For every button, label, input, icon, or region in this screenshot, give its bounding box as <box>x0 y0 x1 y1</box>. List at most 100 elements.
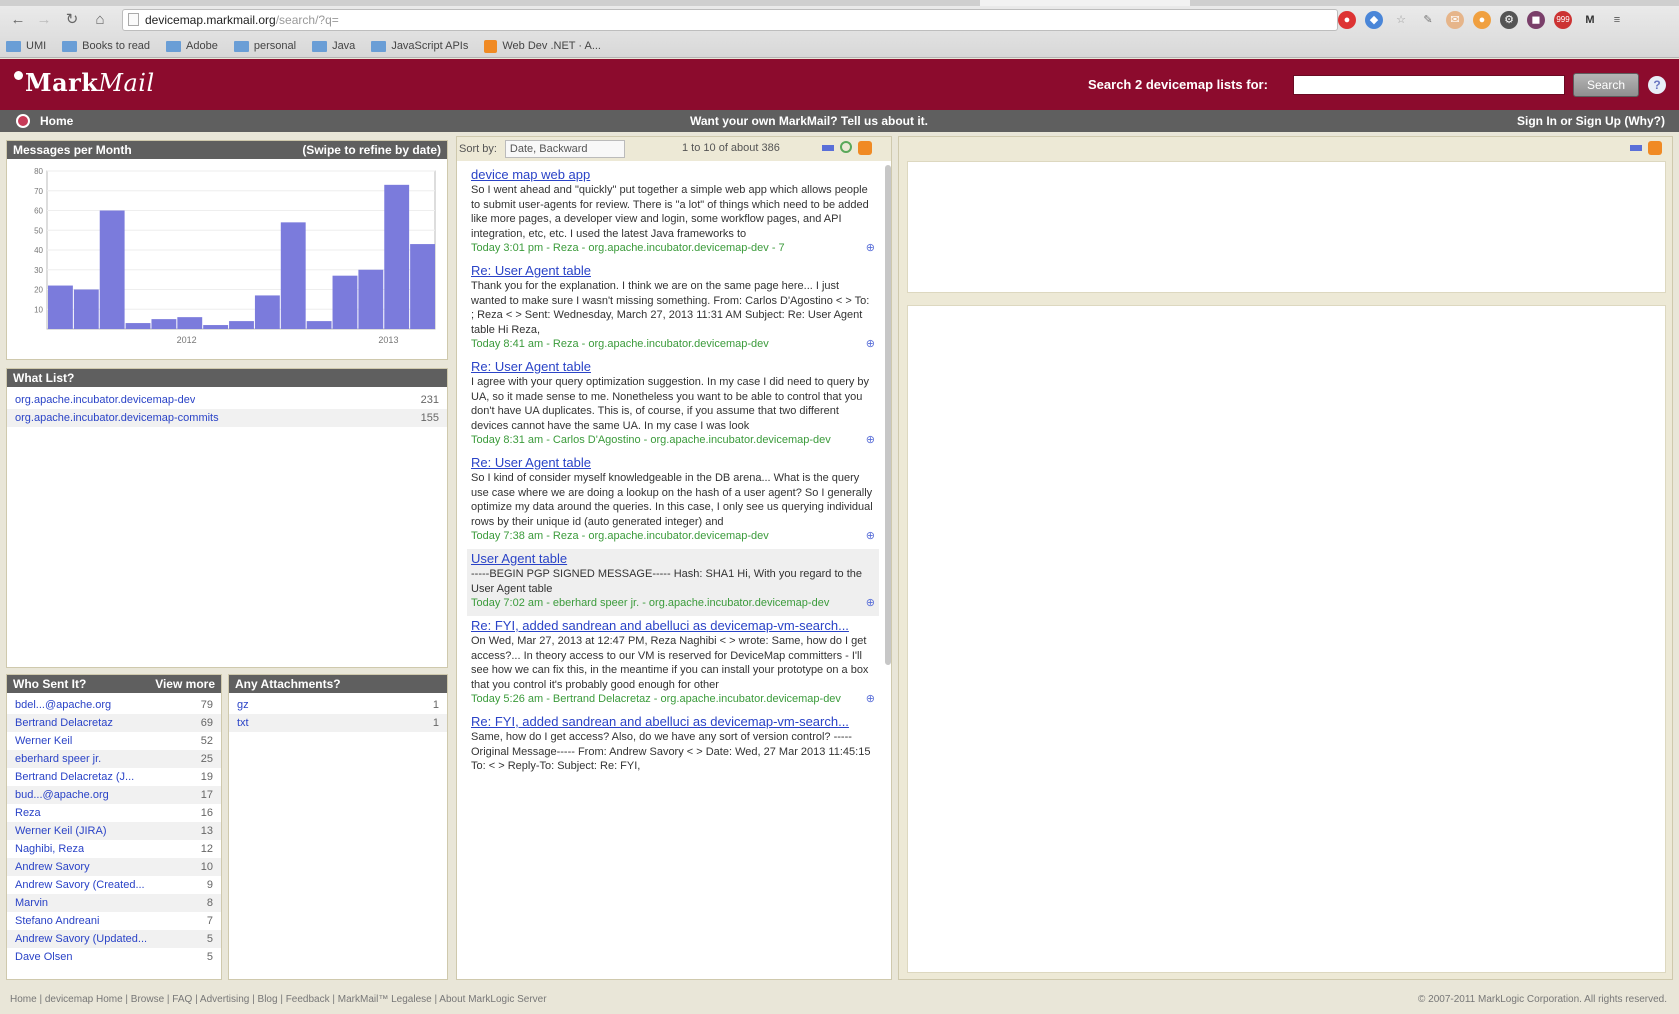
chart-bar[interactable] <box>151 319 177 329</box>
menu-icon[interactable]: ≡ <box>1608 11 1626 29</box>
sender-link[interactable]: eberhard speer jr. <box>15 750 101 768</box>
thread-icon[interactable]: ⊕ <box>866 529 875 543</box>
markmail-logo[interactable]: MarkMail <box>14 68 155 97</box>
bookmark-star-icon[interactable]: ☆ <box>1392 11 1410 29</box>
gear-icon[interactable]: ⚙ <box>1500 11 1518 29</box>
chart-bar[interactable] <box>48 285 73 329</box>
back-icon[interactable]: ← <box>8 10 28 30</box>
sender-link[interactable]: Andrew Savory <box>15 858 90 876</box>
chart-bar[interactable] <box>358 269 384 329</box>
sender-link[interactable]: Andrew Savory (Created... <box>15 876 145 894</box>
collapse-icon[interactable] <box>1630 145 1642 151</box>
result-title-link[interactable]: Re: FYI, added sandrean and abelluci as … <box>471 714 875 730</box>
list-item[interactable]: Stefano Andreani 7 <box>7 912 221 930</box>
footer-links[interactable]: Home | devicemap Home | Browse | FAQ | A… <box>10 990 547 1010</box>
list-item[interactable]: Andrew Savory (Created... 9 <box>7 876 221 894</box>
view-more-link[interactable]: View more <box>155 675 215 693</box>
list-item[interactable]: org.apache.incubator.devicemap-dev 231 <box>7 391 447 409</box>
sender-link[interactable]: Werner Keil (JIRA) <box>15 822 106 840</box>
result-title-link[interactable]: Re: User Agent table <box>471 263 875 279</box>
list-item[interactable]: txt 1 <box>229 714 447 732</box>
result-item[interactable]: device map web app So I went ahead and "q… <box>467 165 879 261</box>
bookmark-item[interactable]: Java <box>312 40 355 52</box>
chart-bar[interactable] <box>332 275 358 329</box>
badge-icon[interactable]: 999 <box>1554 11 1572 29</box>
extension-purple-icon[interactable]: ◼ <box>1527 11 1545 29</box>
sender-link[interactable]: Marvin <box>15 894 48 912</box>
thread-icon[interactable]: ⊕ <box>866 596 875 610</box>
sender-link[interactable]: Dave Olsen <box>15 948 72 966</box>
sender-link[interactable]: Bertrand Delacretaz <box>15 714 113 732</box>
home-link[interactable]: Home <box>40 114 73 128</box>
list-link[interactable]: txt <box>237 714 249 732</box>
chart-bar[interactable] <box>280 222 306 329</box>
list-item[interactable]: Bertrand Delacretaz (J... 19 <box>7 768 221 786</box>
home-icon[interactable] <box>16 114 30 128</box>
chart-bar[interactable] <box>229 321 254 329</box>
list-item[interactable]: gz 1 <box>229 696 447 714</box>
chart-bar[interactable] <box>384 184 410 329</box>
chart-bar[interactable] <box>203 325 229 329</box>
home-browser-icon[interactable]: ⌂ <box>90 10 110 30</box>
list-item[interactable]: org.apache.incubator.devicemap-commits 15… <box>7 409 447 427</box>
sort-select[interactable]: Date, Backward <box>504 140 625 158</box>
result-item[interactable]: Re: FYI, added sandrean and abelluci as … <box>467 616 879 712</box>
result-item[interactable]: Re: User Agent table So I kind of conside… <box>467 453 879 549</box>
bookmark-item[interactable]: UMI <box>6 40 46 52</box>
bookmark-item[interactable]: Web Dev .NET · A... <box>484 39 601 53</box>
list-item[interactable]: Werner Keil (JIRA) 13 <box>7 822 221 840</box>
list-link[interactable]: org.apache.incubator.devicemap-commits <box>15 409 219 427</box>
extension-blue-icon[interactable]: ◆ <box>1365 11 1383 29</box>
list-item[interactable]: Marvin 8 <box>7 894 221 912</box>
chart-bar[interactable] <box>254 295 280 329</box>
search-input[interactable] <box>1293 75 1565 95</box>
rss-icon[interactable] <box>858 141 872 155</box>
sender-link[interactable]: Werner Keil <box>15 732 72 750</box>
thread-icon[interactable]: ⊕ <box>866 433 875 447</box>
address-bar[interactable]: devicemap.markmail.org/search/?q= <box>122 9 1338 31</box>
adblock-icon[interactable]: ● <box>1338 11 1356 29</box>
thread-icon[interactable]: ⊕ <box>866 692 875 706</box>
result-item[interactable]: Re: User Agent table I agree with your qu… <box>467 357 879 453</box>
list-item[interactable]: Andrew Savory 10 <box>7 858 221 876</box>
chart-bar[interactable] <box>99 210 125 330</box>
result-title-link[interactable]: Re: User Agent table <box>471 455 875 471</box>
result-item[interactable]: User Agent table -----BEGIN PGP SIGNED ME… <box>467 549 879 616</box>
sender-link[interactable]: Naghibi, Reza <box>15 840 84 858</box>
refresh-icon[interactable] <box>840 141 852 153</box>
list-item[interactable]: Andrew Savory (Updated... 5 <box>7 930 221 948</box>
bookmark-item[interactable]: personal <box>233 40 296 52</box>
chart-bar[interactable] <box>177 317 203 329</box>
list-item[interactable]: Bertrand Delacretaz 69 <box>7 714 221 732</box>
bookmark-item[interactable]: Adobe <box>166 40 218 52</box>
chart-bar[interactable] <box>306 321 332 329</box>
list-item[interactable]: bud...@apache.org 17 <box>7 786 221 804</box>
sender-link[interactable]: Bertrand Delacretaz (J... <box>15 768 134 786</box>
rss-icon[interactable] <box>1648 141 1662 155</box>
letter-m-icon[interactable]: M <box>1581 11 1599 29</box>
search-button[interactable]: Search <box>1573 73 1639 97</box>
bookmark-item[interactable]: Books to read <box>62 40 150 52</box>
result-item[interactable]: Re: FYI, added sandrean and abelluci as … <box>467 712 879 780</box>
result-item[interactable]: Re: User Agent table Thank you for the ex… <box>467 261 879 357</box>
list-item[interactable]: eberhard speer jr. 25 <box>7 750 221 768</box>
pen-icon[interactable]: ✎ <box>1419 11 1437 29</box>
list-link[interactable]: gz <box>237 696 249 714</box>
messages-chart[interactable]: 10 20 30 40 50 60 70 80 2012 2013 <box>13 163 443 363</box>
sender-link[interactable]: Stefano Andreani <box>15 912 99 930</box>
chart-svg[interactable]: 10 20 30 40 50 60 70 80 2012 2013 <box>13 163 443 363</box>
mail-icon[interactable]: ✉ <box>1446 11 1464 29</box>
result-title-link[interactable]: User Agent table <box>471 551 875 567</box>
list-item[interactable]: Werner Keil 52 <box>7 732 221 750</box>
signin-link[interactable]: Sign In or Sign Up (Why?) <box>1517 114 1665 128</box>
forward-icon[interactable]: → <box>34 10 54 30</box>
list-item[interactable]: Naghibi, Reza 12 <box>7 840 221 858</box>
list-item[interactable]: bdel...@apache.org 79 <box>7 696 221 714</box>
list-link[interactable]: org.apache.incubator.devicemap-dev <box>15 391 195 409</box>
thread-icon[interactable]: ⊕ <box>866 337 875 351</box>
sender-link[interactable]: Andrew Savory (Updated... <box>15 930 147 948</box>
bookmark-item[interactable]: JavaScript APIs <box>371 40 468 52</box>
chart-bar[interactable] <box>73 289 99 330</box>
promo-link[interactable]: Want your own MarkMail? Tell us about it… <box>690 114 928 128</box>
result-title-link[interactable]: Re: FYI, added sandrean and abelluci as … <box>471 618 875 634</box>
